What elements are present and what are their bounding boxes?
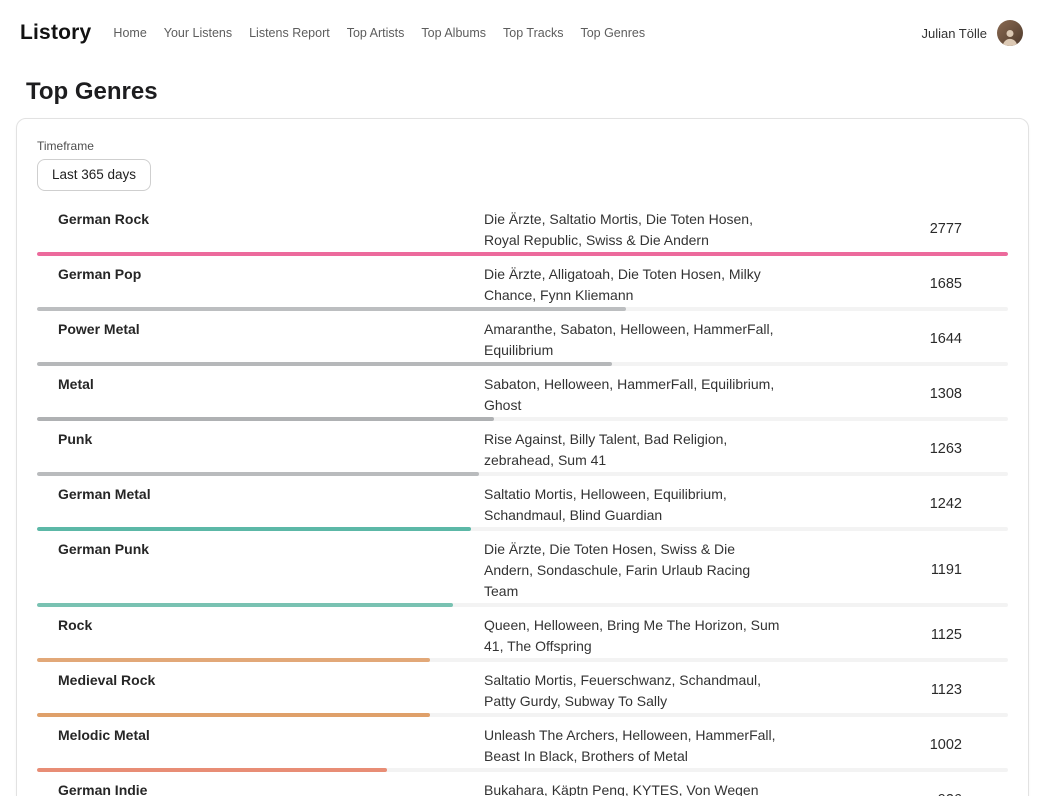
genre-row-grid: German Metal Saltatio Mortis, Helloween,… — [37, 484, 1008, 526]
genre-row[interactable]: Metal Sabaton, Helloween, HammerFall, Eq… — [37, 374, 1008, 429]
genre-name: Medieval Rock — [37, 670, 484, 691]
timeframe-value: Last 365 days — [52, 167, 136, 182]
genre-row[interactable]: German Metal Saltatio Mortis, Helloween,… — [37, 484, 1008, 539]
nav-links: Home Your Listens Listens Report Top Artist… — [113, 26, 645, 40]
person-icon — [1000, 26, 1020, 46]
nav-item-top-genres[interactable]: Top Genres — [580, 26, 645, 40]
genre-bar — [37, 252, 1008, 256]
user-name[interactable]: Julian Tölle — [921, 26, 987, 41]
genre-row-grid: Power Metal Amaranthe, Sabaton, Hellowee… — [37, 319, 1008, 361]
genre-name: German Rock — [37, 209, 484, 230]
nav-item-listens-report[interactable]: Listens Report — [249, 26, 330, 40]
genre-count: 1242 — [784, 494, 1008, 515]
genre-artists: Unleash The Archers, Helloween, HammerFa… — [484, 725, 784, 767]
user-menu: Julian Tölle — [921, 20, 1023, 46]
genre-row[interactable]: German Pop Die Ärzte, Alligatoah, Die To… — [37, 264, 1008, 319]
timeframe-label: Timeframe — [37, 139, 1008, 153]
genre-name: Metal — [37, 374, 484, 395]
nav-item-your-listens[interactable]: Your Listens — [164, 26, 232, 40]
genre-artists: Saltatio Mortis, Feuerschwanz, Schandmau… — [484, 670, 784, 712]
nav-item-top-tracks[interactable]: Top Tracks — [503, 26, 563, 40]
genre-bar — [37, 713, 430, 717]
genre-bar — [37, 362, 612, 366]
nav-item-top-artists[interactable]: Top Artists — [347, 26, 405, 40]
genre-bar — [37, 307, 626, 311]
genre-bar-track — [37, 768, 1008, 772]
genre-count: 1644 — [784, 329, 1008, 350]
genre-row-grid: Metal Sabaton, Helloween, HammerFall, Eq… — [37, 374, 1008, 416]
genre-row[interactable]: Power Metal Amaranthe, Sabaton, Hellowee… — [37, 319, 1008, 374]
genre-count: 1125 — [784, 625, 1008, 646]
genre-row[interactable]: Rock Queen, Helloween, Bring Me The Hori… — [37, 615, 1008, 670]
genre-count: 1123 — [784, 680, 1008, 701]
genre-bar-track — [37, 417, 1008, 421]
main-content: Top Genres Timeframe Last 365 days Germa… — [0, 78, 1045, 796]
genre-name: German Indie — [37, 780, 484, 796]
genre-bar — [37, 658, 430, 662]
genre-row-grid: Punk Rise Against, Billy Talent, Bad Rel… — [37, 429, 1008, 471]
genre-row-grid: Medieval Rock Saltatio Mortis, Feuerschw… — [37, 670, 1008, 712]
genre-bar-track — [37, 307, 1008, 311]
genre-row-grid: German Indie Bukahara, Käptn Peng, KYTES… — [37, 780, 1008, 796]
top-genres-card: Timeframe Last 365 days German Rock Die … — [16, 118, 1029, 796]
genre-name: German Metal — [37, 484, 484, 505]
top-nav: Listory Home Your Listens Listens Report To… — [0, 0, 1045, 66]
genre-row[interactable]: German Rock Die Ärzte, Saltatio Mortis, … — [37, 209, 1008, 264]
genre-name: German Punk — [37, 539, 484, 560]
genre-artists: Bukahara, Käptn Peng, KYTES, Von Wegen L… — [484, 780, 784, 796]
timeframe-select[interactable]: Last 365 days — [37, 159, 151, 191]
genre-bar — [37, 768, 387, 772]
genre-name: Melodic Metal — [37, 725, 484, 746]
genre-table: German Rock Die Ärzte, Saltatio Mortis, … — [37, 209, 1008, 796]
genre-bar-track — [37, 527, 1008, 531]
genre-bar-track — [37, 362, 1008, 366]
genre-row-grid: German Punk Die Ärzte, Die Toten Hosen, … — [37, 539, 1008, 602]
genre-bar-track — [37, 472, 1008, 476]
genre-bar — [37, 603, 453, 607]
genre-artists: Sabaton, Helloween, HammerFall, Equilibr… — [484, 374, 784, 416]
genre-bar-track — [37, 603, 1008, 607]
genre-artists: Die Ärzte, Saltatio Mortis, Die Toten Ho… — [484, 209, 784, 251]
genre-artists: Rise Against, Billy Talent, Bad Religion… — [484, 429, 784, 471]
genre-row-grid: German Pop Die Ärzte, Alligatoah, Die To… — [37, 264, 1008, 306]
genre-row-grid: Melodic Metal Unleash The Archers, Hello… — [37, 725, 1008, 767]
genre-count: 1191 — [784, 560, 1008, 581]
genre-count: 1308 — [784, 384, 1008, 405]
genre-row[interactable]: Medieval Rock Saltatio Mortis, Feuerschw… — [37, 670, 1008, 725]
genre-name: Punk — [37, 429, 484, 450]
genre-name: Power Metal — [37, 319, 484, 340]
nav-item-home[interactable]: Home — [113, 26, 146, 40]
genre-bar-track — [37, 658, 1008, 662]
timeframe-filter: Timeframe Last 365 days — [37, 139, 1008, 191]
genre-bar-track — [37, 252, 1008, 256]
nav-item-top-albums[interactable]: Top Albums — [421, 26, 486, 40]
genre-bar-track — [37, 713, 1008, 717]
genre-row[interactable]: German Punk Die Ärzte, Die Toten Hosen, … — [37, 539, 1008, 615]
genre-bar — [37, 472, 479, 476]
genre-name: German Pop — [37, 264, 484, 285]
avatar[interactable] — [997, 20, 1023, 46]
genre-row[interactable]: Melodic Metal Unleash The Archers, Hello… — [37, 725, 1008, 780]
genre-count: 1002 — [784, 735, 1008, 756]
genre-row-grid: Rock Queen, Helloween, Bring Me The Hori… — [37, 615, 1008, 657]
genre-artists: Queen, Helloween, Bring Me The Horizon, … — [484, 615, 784, 657]
page-title: Top Genres — [26, 78, 1029, 106]
genre-row-grid: German Rock Die Ärzte, Saltatio Mortis, … — [37, 209, 1008, 251]
genre-bar — [37, 417, 494, 421]
app-logo[interactable]: Listory — [20, 21, 91, 45]
genre-count: 1685 — [784, 274, 1008, 295]
genre-name: Rock — [37, 615, 484, 636]
genre-row[interactable]: Punk Rise Against, Billy Talent, Bad Rel… — [37, 429, 1008, 484]
genre-artists: Amaranthe, Sabaton, Helloween, HammerFal… — [484, 319, 784, 361]
genre-artists: Die Ärzte, Die Toten Hosen, Swiss & Die … — [484, 539, 784, 602]
genre-count: 1263 — [784, 439, 1008, 460]
genre-bar — [37, 527, 471, 531]
genre-artists: Die Ärzte, Alligatoah, Die Toten Hosen, … — [484, 264, 784, 306]
genre-row[interactable]: German Indie Bukahara, Käptn Peng, KYTES… — [37, 780, 1008, 796]
genre-count: 2777 — [784, 219, 1008, 240]
genre-count: 926 — [784, 790, 1008, 796]
genre-artists: Saltatio Mortis, Helloween, Equilibrium,… — [484, 484, 784, 526]
